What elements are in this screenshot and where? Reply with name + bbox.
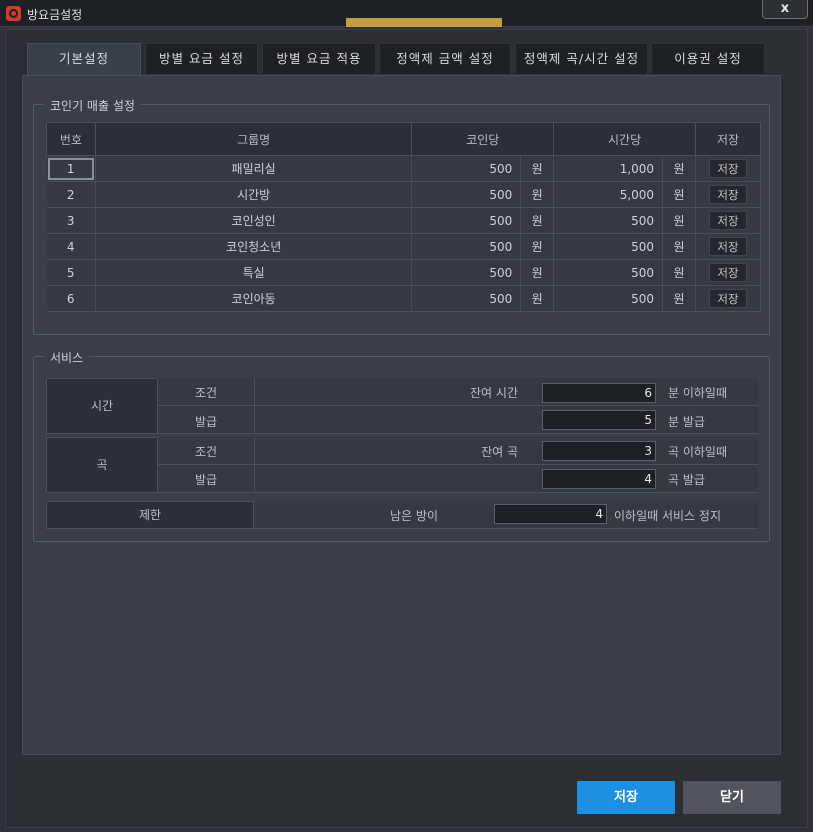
table-header-row: 번호 그룹명 코인당 시간당 저장 [46, 122, 761, 156]
service-time-cond-label: 조건 [194, 386, 218, 400]
service-song-issue-suffix: 곡 발급 [668, 473, 705, 487]
row-time-value[interactable]: 5,000 [553, 181, 664, 208]
service-limit-label: 제한 [46, 501, 254, 529]
row-time-unit: 원 [662, 181, 696, 208]
row-save-button[interactable]: 저장 [709, 211, 747, 230]
tab-flat-rate-amount[interactable]: 정액제 금액 설정 [379, 43, 511, 75]
header-per-coin: 코인당 [411, 122, 555, 156]
row-group-name[interactable]: 패밀리실 [95, 155, 413, 182]
tab-basic-settings[interactable]: 기본설정 [27, 43, 141, 76]
row-coin-value[interactable]: 500 [411, 285, 522, 312]
row-group-name[interactable]: 코인청소년 [95, 233, 413, 260]
row-group-name[interactable]: 코인아동 [95, 285, 413, 312]
row-time-unit: 원 [662, 259, 696, 286]
service-divider [254, 406, 255, 434]
service-song-cond-input[interactable]: 3 [542, 441, 656, 461]
row-time-unit: 원 [662, 155, 696, 182]
row-number[interactable]: 4 [46, 233, 96, 260]
header-group-name: 그룹명 [94, 122, 413, 156]
row-number[interactable]: 1 [47, 157, 95, 181]
row-save-button[interactable]: 저장 [709, 185, 747, 204]
save-button[interactable]: 저장 [577, 781, 675, 814]
tab-room-rate-settings[interactable]: 방별 요금 설정 [145, 43, 258, 75]
app-icon [6, 6, 21, 21]
row-group-name[interactable]: 코인성인 [95, 207, 413, 234]
row-coin-unit: 원 [520, 285, 555, 312]
row-group-name[interactable]: 시간방 [95, 181, 413, 208]
row-time-value[interactable]: 500 [553, 285, 664, 312]
row-coin-unit: 원 [520, 259, 555, 286]
tab-voucher-settings[interactable]: 이용권 설정 [651, 43, 765, 75]
title-accent-bar [346, 18, 502, 27]
row-coin-value[interactable]: 500 [411, 259, 522, 286]
coin-sales-group-title: 코인기 매출 설정 [44, 97, 141, 114]
coin-sales-table: 번호 그룹명 코인당 시간당 저장 1 패밀리실 500 원 1,000 원 저… [46, 122, 761, 312]
row-save-button[interactable]: 저장 [709, 289, 747, 308]
table-row[interactable]: 4 코인청소년 500 원 500 원 저장 [46, 233, 761, 260]
row-coin-value[interactable]: 500 [411, 181, 522, 208]
row-coin-unit: 원 [520, 155, 555, 182]
service-song-cond-suffix: 곡 이하일때 [668, 445, 728, 459]
service-time-issue-input[interactable]: 5 [542, 410, 656, 430]
row-save-button[interactable]: 저장 [709, 237, 747, 256]
row-coin-unit: 원 [520, 181, 555, 208]
service-song-issue-label: 발급 [194, 473, 218, 487]
service-limit-text: 남은 방이 [390, 509, 438, 523]
row-number[interactable]: 6 [46, 285, 96, 312]
service-limit-input[interactable]: 4 [494, 504, 607, 524]
row-time-value[interactable]: 500 [553, 259, 664, 286]
service-song-cond-text: 잔여 곡 [481, 445, 518, 459]
service-time-issue-suffix: 분 발급 [668, 415, 705, 429]
row-time-unit: 원 [662, 207, 696, 234]
header-no: 번호 [46, 122, 96, 156]
close-window-button[interactable]: x [762, 0, 808, 19]
row-save-button[interactable]: 저장 [709, 263, 747, 282]
row-coin-unit: 원 [520, 207, 555, 234]
row-time-value[interactable]: 1,000 [553, 155, 664, 182]
tab-flat-rate-song-time[interactable]: 정액제 곡/시간 설정 [515, 43, 648, 75]
header-save: 저장 [695, 122, 761, 156]
service-group-title: 서비스 [44, 349, 90, 366]
title-bar: 방요금설정 x [0, 0, 813, 27]
service-time-cond-input[interactable]: 6 [542, 383, 656, 403]
service-time-cond-suffix: 분 이하일때 [668, 386, 728, 400]
service-song-label: 곡 [46, 437, 158, 493]
service-time-issue-label: 발급 [194, 415, 218, 429]
row-coin-value[interactable]: 500 [411, 233, 522, 260]
table-row[interactable]: 3 코인성인 500 원 500 원 저장 [46, 207, 761, 234]
service-time-cond-text: 잔여 시간 [470, 386, 518, 400]
row-time-value[interactable]: 500 [553, 233, 664, 260]
window-title: 방요금설정 [27, 8, 83, 22]
row-save-button[interactable]: 저장 [709, 159, 747, 178]
row-coin-value[interactable]: 500 [411, 155, 522, 182]
row-number[interactable]: 2 [46, 181, 96, 208]
table-row[interactable]: 6 코인아동 500 원 500 원 저장 [46, 285, 761, 312]
row-group-name[interactable]: 특실 [95, 259, 413, 286]
table-row[interactable]: 5 특실 500 원 500 원 저장 [46, 259, 761, 286]
row-number[interactable]: 5 [46, 259, 96, 286]
header-per-time: 시간당 [553, 122, 696, 156]
row-number[interactable]: 3 [46, 207, 96, 234]
service-divider [254, 465, 255, 493]
close-button[interactable]: 닫기 [683, 781, 781, 814]
row-coin-unit: 원 [520, 233, 555, 260]
row-time-unit: 원 [662, 285, 696, 312]
row-coin-value[interactable]: 500 [411, 207, 522, 234]
tab-room-rate-apply[interactable]: 방별 요금 적용 [262, 43, 376, 75]
table-row[interactable]: 2 시간방 500 원 5,000 원 저장 [46, 181, 761, 208]
row-time-value[interactable]: 500 [553, 207, 664, 234]
service-limit-suffix: 이하일때 서비스 정지 [614, 509, 721, 523]
table-row[interactable]: 1 패밀리실 500 원 1,000 원 저장 [46, 155, 761, 182]
service-song-cond-label: 조건 [194, 445, 218, 459]
row-time-unit: 원 [662, 233, 696, 260]
service-song-issue-input[interactable]: 4 [542, 469, 656, 489]
service-time-label: 시간 [46, 378, 158, 434]
